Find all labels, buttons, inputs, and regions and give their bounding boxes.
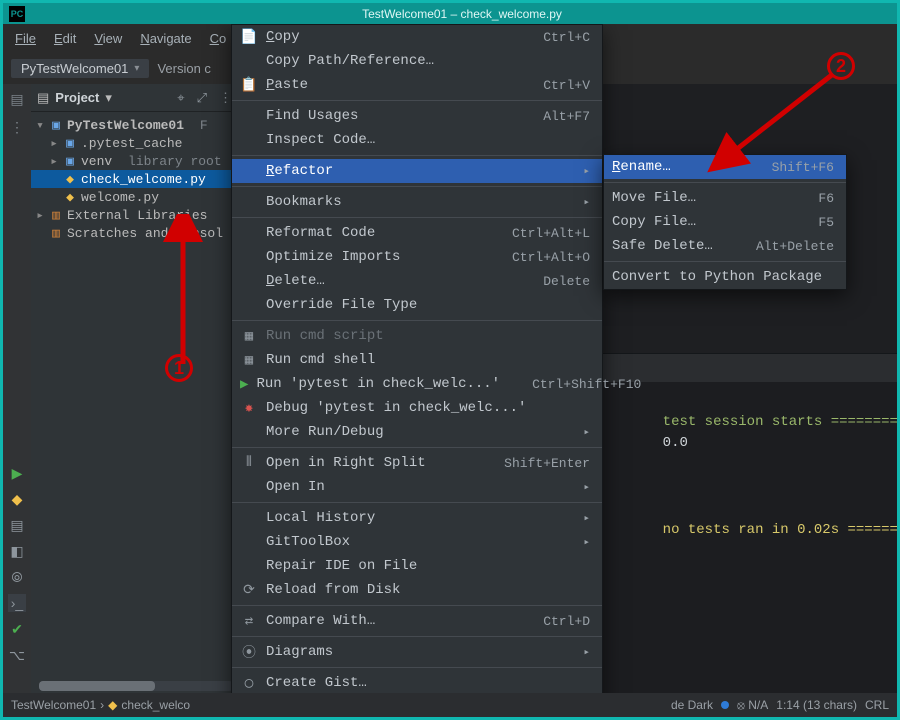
menu-item[interactable]: Refactor▸ — [232, 159, 602, 183]
tree-root[interactable]: ▾▣ PyTestWelcome01 F — [31, 116, 241, 134]
menu-navigate[interactable]: Navigate — [132, 28, 199, 49]
folder-icon[interactable]: ▤ — [8, 90, 26, 108]
window-titlebar: PC TestWelcome01 – check_welcome.py — [0, 0, 900, 24]
context-menu-main: 📄CopyCtrl+CCopy Path/Reference…📋PasteCtr… — [231, 24, 603, 720]
menu-item[interactable]: ⟳Reload from Disk — [232, 578, 602, 602]
status-bar: TestWelcome01› ◆ check_welco de Dark ⦻ N… — [3, 693, 897, 717]
menu-item[interactable]: More Run/Debug▸ — [232, 420, 602, 444]
menu-item[interactable]: Optimize ImportsCtrl+Alt+O — [232, 245, 602, 269]
menu-edit[interactable]: Edit — [46, 28, 84, 49]
horizontal-scrollbar[interactable] — [39, 681, 233, 691]
status-na: ⦻ N/A — [737, 698, 768, 713]
services-icon[interactable]: ◧ — [8, 542, 26, 560]
menu-view[interactable]: View — [86, 28, 130, 49]
python-console-icon[interactable]: ◆ — [8, 490, 26, 508]
menu-item[interactable]: Reformat CodeCtrl+Alt+L — [232, 221, 602, 245]
window-title: TestWelcome01 – check_welcome.py — [33, 7, 891, 21]
tree-file[interactable]: ◆welcome.py — [31, 188, 241, 206]
menu-item[interactable]: Override File Type — [232, 293, 602, 317]
menu-item[interactable]: ◯Create Gist… — [232, 671, 602, 695]
menu-file[interactable]: File — [7, 28, 44, 49]
menu-item[interactable]: GitToolBox▸ — [232, 530, 602, 554]
app-icon: PC — [9, 6, 25, 22]
menu-item[interactable]: ▦Run cmd shell — [232, 348, 602, 372]
menu-item[interactable]: Rename…Shift+F6 — [604, 155, 846, 179]
project-pane-title: Project — [55, 90, 99, 105]
tree-external-libs[interactable]: ▸▥External Libraries — [31, 206, 241, 224]
menu-item[interactable]: Delete…Delete — [232, 269, 602, 293]
menu-item[interactable]: Repair IDE on File — [232, 554, 602, 578]
tree-scratches[interactable]: ▥Scratches and Consol — [31, 224, 241, 242]
status-indicator-icon — [721, 701, 729, 709]
vcs-label: Version c — [157, 61, 210, 76]
commit-icon[interactable]: ✔ — [8, 620, 26, 638]
status-caret-pos[interactable]: 1:14 (13 chars) — [776, 698, 857, 712]
menu-item[interactable]: Local History▸ — [232, 506, 602, 530]
terminal-icon[interactable]: ›_ — [8, 594, 26, 612]
tool-rail-bottom: ▶ ◆ ▤ ◧ ⦾ ›_ ✔ ⌥ — [6, 464, 28, 664]
structure-icon[interactable]: ⋮ — [8, 118, 26, 136]
git-icon[interactable]: ⌥ — [8, 646, 26, 664]
chevron-down-icon[interactable]: ▾ — [105, 90, 112, 106]
expand-icon[interactable]: ⤢ — [194, 90, 210, 106]
project-selector[interactable]: PyTestWelcome01 ▾ — [11, 59, 149, 78]
menu-item[interactable]: ▶Run 'pytest in check_welc...'Ctrl+Shift… — [232, 372, 602, 396]
folder-icon: ▤ — [37, 90, 49, 106]
menu-item[interactable]: Copy Path/Reference… — [232, 49, 602, 73]
menu-item[interactable]: Find UsagesAlt+F7 — [232, 104, 602, 128]
menu-item[interactable]: Bookmarks▸ — [232, 190, 602, 214]
breadcrumb[interactable]: TestWelcome01› ◆ check_welco — [11, 698, 190, 712]
menu-item[interactable]: ⫴Open in Right SplitShift+Enter — [232, 451, 602, 475]
vcs-icon[interactable]: ⦾ — [8, 568, 26, 586]
project-tool-window: ▤ Project ▾ ⌖ ⤢ ⋮ ▾▣ PyTestWelcome01 F ▸… — [31, 84, 241, 693]
menu-item[interactable]: Safe Delete…Alt+Delete — [604, 234, 846, 258]
menu-item[interactable]: Open In▸ — [232, 475, 602, 499]
menu-item[interactable]: Inspect Code… — [232, 128, 602, 152]
menu-item[interactable]: Copy File…F5 — [604, 210, 846, 234]
status-line-sep[interactable]: CRL — [865, 698, 889, 712]
menu-item[interactable]: ⇄Compare With…Ctrl+D — [232, 609, 602, 633]
menu-item[interactable]: ⦿Diagrams▸ — [232, 640, 602, 664]
select-opened-icon[interactable]: ⌖ — [174, 90, 187, 106]
tree-folder[interactable]: ▸▣venv library root — [31, 152, 241, 170]
project-tree[interactable]: ▾▣ PyTestWelcome01 F ▸▣.pytest_cache ▸▣v… — [31, 112, 241, 246]
menu-item[interactable]: 📋PasteCtrl+V — [232, 73, 602, 97]
tree-folder[interactable]: ▸▣.pytest_cache — [31, 134, 241, 152]
tree-file-selected[interactable]: ◆check_welcome.py — [31, 170, 241, 188]
menu-item[interactable]: Convert to Python Package — [604, 265, 846, 289]
run-icon[interactable]: ▶ — [8, 464, 26, 482]
menu-item[interactable]: ✸Debug 'pytest in check_welc...' — [232, 396, 602, 420]
menu-item[interactable]: 📄CopyCtrl+C — [232, 25, 602, 49]
context-menu-refactor: Rename…Shift+F6 Move File…F6Copy File…F5S… — [603, 154, 847, 290]
menu-item[interactable]: ▦Run cmd script — [232, 324, 602, 348]
structure-icon[interactable]: ▤ — [8, 516, 26, 534]
project-selector-label: PyTestWelcome01 — [21, 61, 128, 76]
status-theme[interactable]: de Dark — [671, 698, 713, 712]
menu-code[interactable]: Co — [202, 28, 235, 49]
chevron-down-icon: ▾ — [134, 63, 139, 74]
menu-item[interactable]: Move File…F6 — [604, 186, 846, 210]
